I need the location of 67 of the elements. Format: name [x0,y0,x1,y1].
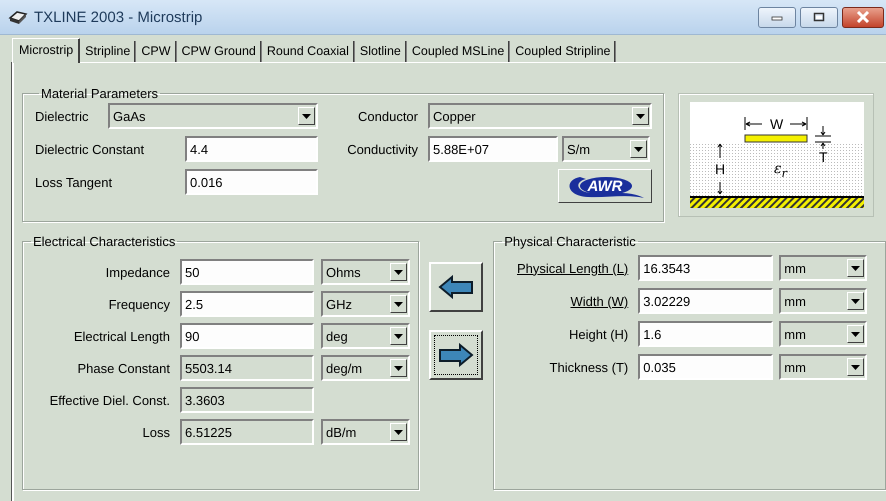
width-label: W [770,117,784,131]
field-label: Height (H) [568,326,628,342]
dropdown[interactable]: GaAs [108,103,318,129]
field-label: Phase Constant [76,360,170,376]
field-label: Dielectric Constant [35,142,146,156]
dropdown[interactable]: GHz [321,291,410,317]
thickness-label: T [819,150,828,164]
height-label: H [715,162,726,176]
dropdown[interactable]: mm [779,255,868,281]
field-label: Dielectric [35,108,90,124]
group-title: Material Parameters [40,86,160,101]
right-arrow-icon [438,342,474,368]
dropdown[interactable]: Ohms [321,259,410,285]
field-label: Loss Tangent [35,174,114,190]
field-label: Effective Diel. Const. [48,392,170,408]
logo-button[interactable]: AWR [558,169,652,203]
tab[interactable]: Coupled Stripline [510,41,616,62]
tab[interactable]: Coupled MSLine [406,41,510,62]
field-label: Electrical Length [72,328,170,344]
field-label: Thickness (T) [548,360,628,374]
dropdown[interactable]: deg/m [321,355,410,381]
text-field[interactable]: 2.5 [180,291,314,317]
dropdown[interactable]: dB/m [321,419,410,445]
field-label: Physical Length (L) [516,260,628,276]
maximize-button[interactable] [800,6,838,28]
text-field[interactable]: 3.02229 [638,288,774,314]
text-field[interactable]: 0.016 [185,169,318,195]
text-field[interactable]: 50 [180,259,314,285]
text-field[interactable]: 6.51225 [180,419,314,445]
field-label: Loss [142,424,170,440]
right-arrow-button[interactable] [428,330,483,380]
dropdown[interactable]: deg [321,323,410,349]
dropdown[interactable]: mm [779,354,868,380]
minimize-button[interactable] [758,6,796,28]
tab[interactable]: CPW Ground [176,41,262,62]
group-title: Electrical Characteristics [32,234,176,249]
text-field[interactable]: 1.6 [638,321,774,347]
window-title: TXLINE 2003 - Microstrip [34,8,202,26]
text-field[interactable]: 4.4 [185,136,318,162]
left-arrow-button[interactable] [428,262,483,312]
field-label: Conductivity [346,142,418,156]
tab[interactable]: Round Coaxial [262,41,355,62]
dropdown[interactable]: mm [779,288,868,314]
tab[interactable]: Slotline [354,41,407,62]
field-label: Width (W) [569,294,628,308]
field-label: Conductor [357,108,418,124]
permittivity-label: ε$_{r}$ [774,162,788,180]
field-label: Frequency [108,296,170,312]
text-field[interactable]: 16.3543 [638,255,774,281]
dropdown[interactable]: mm [779,321,868,347]
field-label: Impedance [104,264,170,280]
text-field[interactable]: 0.035 [638,354,774,380]
app-icon [8,9,28,25]
left-arrow-icon [438,274,474,300]
tab[interactable]: CPW [136,41,177,62]
group-title: Physical Characteristic [503,234,637,249]
text-field[interactable]: 90 [180,323,314,349]
dropdown[interactable]: Copper [428,103,652,129]
tab[interactable]: Stripline [80,41,136,62]
close-icon [856,11,870,23]
tab[interactable]: Microstrip [12,38,80,63]
close-button[interactable] [842,6,884,28]
text-field[interactable]: 5503.14 [180,355,314,381]
text-field[interactable]: 5.88E+07 [428,136,558,162]
text-field[interactable]: 3.3603 [180,387,314,413]
dropdown[interactable]: S/m [562,136,650,162]
maximize-icon [813,12,825,22]
